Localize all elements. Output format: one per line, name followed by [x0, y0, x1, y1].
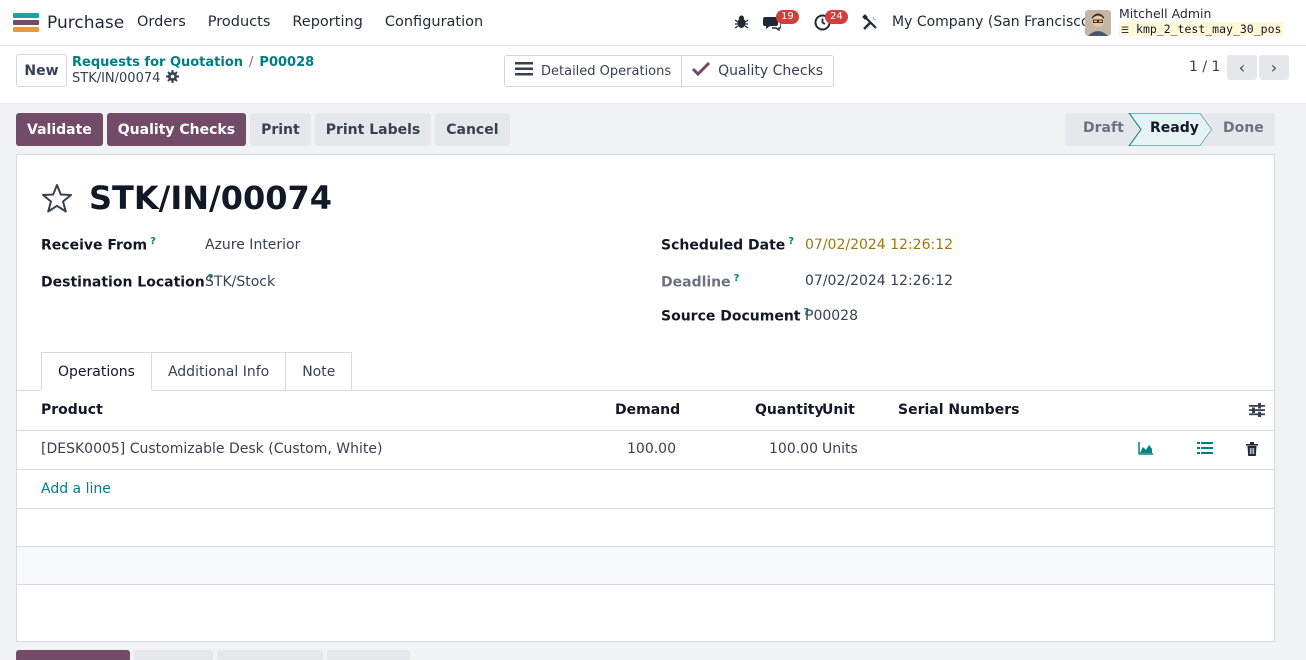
bug-icon[interactable] — [734, 14, 749, 34]
gear-icon[interactable] — [166, 70, 180, 87]
quality-checks-button[interactable]: Quality Checks — [106, 113, 247, 146]
operations-table-header: Product Demand Quantity Unit Serial Numb… — [17, 391, 1274, 431]
activities-badge: 24 — [825, 10, 848, 24]
add-line-row: Add a line — [17, 471, 1274, 509]
destination-label-text: Destination Location — [41, 274, 205, 291]
pager-value[interactable]: 1 / 1 — [1189, 59, 1220, 75]
database-icon: ☰ — [1121, 26, 1130, 36]
row-product[interactable]: [DESK0005] Customizable Desk (Custom, Wh… — [41, 441, 382, 457]
log-note-button-partial[interactable] — [134, 650, 213, 660]
status-draft[interactable]: Draft — [1083, 120, 1124, 136]
help-icon[interactable]: ? — [788, 236, 794, 247]
column-serial-numbers[interactable]: Serial Numbers — [898, 402, 1019, 418]
trash-icon[interactable] — [1246, 442, 1258, 460]
column-unit[interactable]: Unit — [822, 402, 855, 418]
notebook-tabs: Operations Additional Info Note — [41, 352, 353, 391]
forecast-chart-icon[interactable] — [1138, 441, 1154, 459]
row-quantity[interactable]: 100.00 — [769, 441, 818, 457]
user-avatar[interactable] — [1085, 10, 1111, 36]
optional-columns-toggle-icon[interactable] — [1249, 403, 1265, 421]
scheduled-date-field[interactable]: 07/02/2024 12:26:12 — [805, 237, 953, 253]
pager-previous-button[interactable]: ‹ — [1227, 55, 1257, 80]
add-line-link[interactable]: Add a line — [41, 481, 111, 497]
send-message-button-partial[interactable] — [16, 650, 130, 660]
deadline-field[interactable]: 07/02/2024 12:26:12 — [805, 273, 953, 289]
status-done[interactable]: Done — [1223, 120, 1264, 136]
deadline-label: Deadline? — [661, 273, 739, 291]
column-quantity[interactable]: Quantity — [755, 402, 824, 418]
checkmark-icon — [692, 61, 711, 80]
destination-location-label: Destination Location? — [41, 273, 213, 291]
breadcrumb-rfq[interactable]: Requests for Quotation — [72, 55, 243, 70]
print-labels-button[interactable]: Print Labels — [314, 113, 432, 146]
menu-reporting[interactable]: Reporting — [292, 14, 363, 30]
record-name-text: STK/IN/00074 — [72, 71, 161, 86]
chevron-left-icon: ‹ — [1238, 58, 1246, 77]
detailed-operations-label: Detailed Operations — [541, 63, 672, 79]
new-button[interactable]: New — [16, 54, 67, 87]
destination-location-field[interactable]: STK/Stock — [205, 274, 275, 290]
validate-button[interactable]: Validate — [16, 113, 103, 146]
tab-operations[interactable]: Operations — [41, 352, 152, 391]
receive-from-label: Receive From? — [41, 236, 156, 254]
tab-note[interactable]: Note — [286, 352, 353, 391]
empty-row — [17, 547, 1274, 585]
detailed-operations-button[interactable]: Detailed Operations — [505, 56, 681, 86]
detailed-operations-list-icon[interactable] — [1197, 441, 1213, 459]
receive-from-label-text: Receive From — [41, 237, 148, 254]
settings-tools-icon[interactable] — [862, 14, 879, 35]
database-label: kmp_2_test_may_30_pos — [1136, 22, 1282, 36]
empty-row — [17, 509, 1274, 547]
list-bars-icon — [515, 62, 533, 80]
menu-orders[interactable]: Orders — [137, 14, 186, 30]
database-name: ☰ kmp_2_test_may_30_pos — [1119, 22, 1284, 36]
column-product[interactable]: Product — [41, 402, 103, 418]
menu-configuration[interactable]: Configuration — [385, 14, 483, 30]
smart-buttons: Detailed Operations Quality Checks — [504, 55, 834, 87]
breadcrumb-po[interactable]: P00028 — [259, 55, 314, 70]
user-name[interactable]: Mitchell Admin — [1119, 6, 1211, 21]
source-document-field[interactable]: P00028 — [805, 308, 858, 324]
chevron-right-icon: › — [1270, 58, 1278, 77]
menu-products[interactable]: Products — [208, 14, 271, 30]
source-document-label-text: Source Document — [661, 308, 801, 325]
app-name[interactable]: Purchase — [47, 13, 124, 33]
purchase-app-icon[interactable] — [13, 13, 39, 33]
record-name: STK/IN/00074 — [72, 70, 180, 87]
chatter-button-partial[interactable] — [327, 650, 410, 660]
messages-badge: 19 — [776, 10, 799, 24]
row-demand: 100.00 — [627, 441, 676, 457]
favorite-star-icon[interactable] — [41, 183, 73, 217]
main-menu: Orders Products Reporting Configuration — [137, 14, 505, 30]
quality-checks-smart-button[interactable]: Quality Checks — [681, 56, 833, 86]
pager-next-button[interactable]: › — [1259, 55, 1289, 80]
breadcrumb: Requests for Quotation / P00028 — [72, 55, 314, 70]
control-panel: New Requests for Quotation / P00028 STK/IN… — [0, 46, 1306, 104]
top-navbar: Purchase Orders Products Reporting Confi… — [0, 0, 1306, 46]
activities-button-partial[interactable] — [217, 650, 323, 660]
form-sheet: STK/IN/00074 Receive From? Azure Interio… — [16, 154, 1275, 642]
scheduled-date-label-text: Scheduled Date — [661, 237, 786, 254]
scheduled-date-label: Scheduled Date? — [661, 236, 794, 254]
column-demand[interactable]: Demand — [615, 402, 680, 418]
company-switcher[interactable]: My Company (San Francisco) — [892, 14, 1095, 30]
deadline-label-text: Deadline — [661, 274, 731, 291]
quality-checks-smart-label: Quality Checks — [718, 63, 823, 79]
breadcrumb-separator: / — [249, 55, 254, 70]
help-icon[interactable]: ? — [150, 236, 156, 247]
table-row[interactable]: [DESK0005] Customizable Desk (Custom, Wh… — [17, 431, 1274, 470]
source-document-label: Source Document? — [661, 307, 809, 325]
receive-from-field[interactable]: Azure Interior — [205, 237, 300, 253]
print-button[interactable]: Print — [250, 113, 311, 146]
record-title: STK/IN/00074 — [89, 179, 333, 217]
row-unit: Units — [822, 441, 858, 457]
tab-additional-info[interactable]: Additional Info — [151, 352, 287, 391]
cancel-button[interactable]: Cancel — [435, 113, 510, 146]
help-icon[interactable]: ? — [734, 273, 740, 284]
status-ready[interactable]: Ready — [1150, 120, 1199, 136]
form-action-buttons: Validate Quality Checks Print Print Labe… — [16, 113, 510, 146]
